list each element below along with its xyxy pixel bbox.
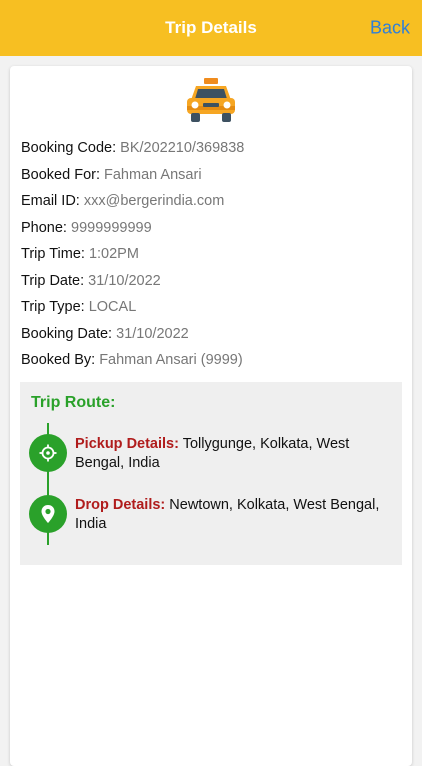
trip-type-value: LOCAL (88, 299, 137, 315)
trip-type-row: Trip Type: LOCAL (21, 294, 412, 321)
trip-time-value: 1:02PM (88, 246, 139, 262)
trip-type-label: Trip Type: (21, 299, 89, 315)
email-value: xxx@bergerindia.com (83, 193, 225, 209)
booked-by-label: Booked By: (21, 352, 100, 368)
booked-by-row: Booked By: Fahman Ansari (9999) (21, 347, 412, 374)
trip-date-label: Trip Date: (21, 272, 89, 289)
booking-date-label: Booking Date: (21, 325, 117, 342)
drop-details: Drop Details: Newtown, Kolkata, West Ben… (75, 496, 385, 534)
trip-date-value: 31/10/2022 (88, 272, 161, 289)
trip-route-title: Trip Route: (31, 394, 116, 411)
booking-code-value: BK/202210/369838 (120, 140, 245, 156)
crosshair-icon (29, 434, 67, 472)
booked-for-label: Booked For: (21, 166, 105, 183)
booked-by-value: Fahman Ansari (9999) (99, 352, 243, 368)
booking-date-row: Booking Date: 31/10/2022 (21, 321, 412, 348)
trip-date-row: Trip Date: 31/10/2022 (21, 268, 412, 295)
trip-time-row: Trip Time: 1:02PM (21, 241, 412, 268)
booked-for-value: Fahman Ansari (104, 166, 202, 183)
phone-value: 9999999999 (71, 219, 152, 236)
back-button[interactable]: Back (370, 18, 410, 39)
phone-row: Phone: 9999999999 (21, 215, 412, 242)
booking-code-row: Booking Code: BK/202210/369838 (21, 135, 412, 162)
top-bar: Trip Details Back (0, 0, 422, 56)
phone-label: Phone: (21, 219, 71, 236)
booking-details-list: Booking Code: BK/202210/369838 Booked Fo… (10, 135, 412, 374)
page-title: Trip Details (165, 18, 257, 37)
booking-date-value: 31/10/2022 (116, 325, 189, 342)
drop-label: Drop Details: (75, 497, 166, 513)
pickup-details: Pickup Details: Tollygunge, Kolkata, Wes… (75, 435, 385, 473)
pickup-label: Pickup Details: (75, 436, 179, 452)
map-pin-icon (29, 495, 67, 533)
trip-details-card: Booking Code: BK/202210/369838 Booked Fo… (10, 66, 412, 766)
booked-for-row: Booked For: Fahman Ansari (21, 162, 412, 189)
email-row: Email ID: xxx@bergerindia.com (21, 188, 412, 215)
email-label: Email ID: (21, 193, 84, 209)
booking-code-label: Booking Code: (21, 140, 121, 156)
trip-route-panel: Trip Route: Pickup Details: Tollygunge, … (20, 382, 402, 565)
taxi-icon (10, 78, 412, 128)
trip-time-label: Trip Time: (21, 246, 89, 262)
